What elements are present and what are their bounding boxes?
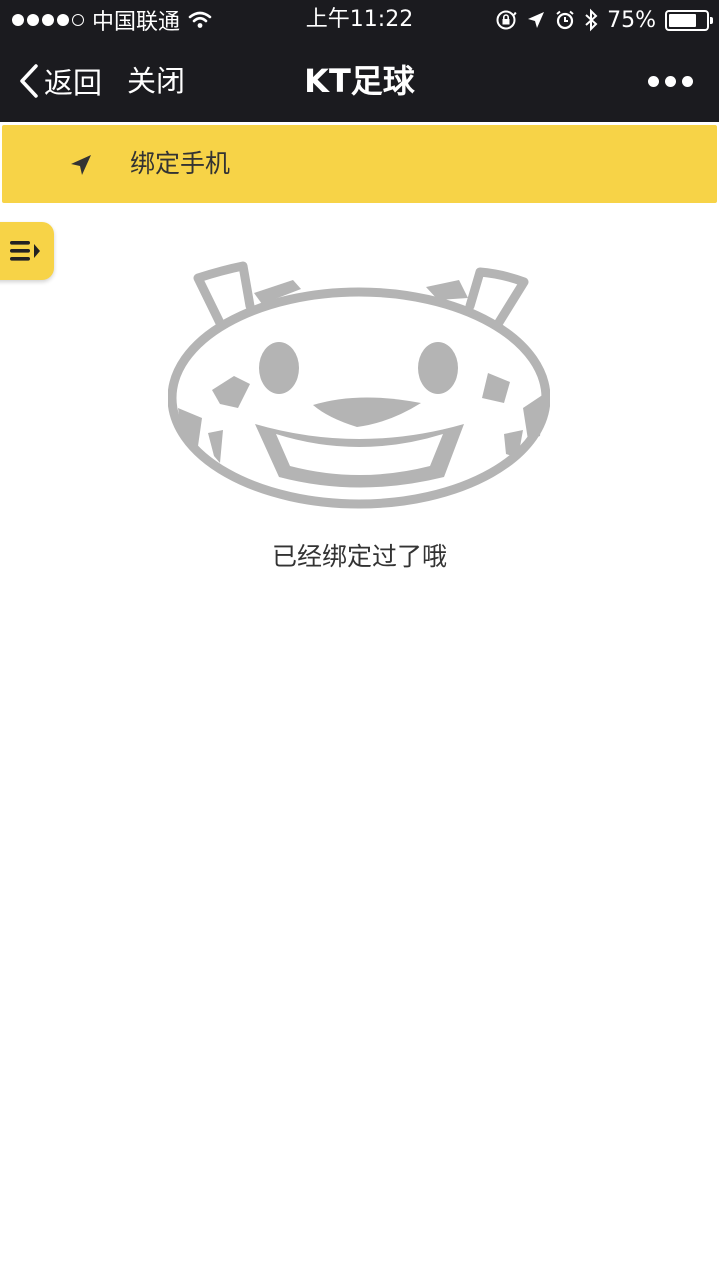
already-bound-message: 已经绑定过了哦 — [271, 542, 447, 571]
battery-percent: 75% — [607, 7, 656, 33]
location-arrow-icon — [528, 12, 545, 28]
bluetooth-icon — [585, 8, 598, 32]
status-right: 75% — [495, 0, 713, 40]
bind-phone-label: 绑定手机 — [130, 149, 231, 178]
tiger-mascot-illustration — [168, 261, 550, 509]
page-title: KT足球 — [304, 62, 415, 100]
orientation-lock-icon — [496, 10, 517, 30]
bind-phone-bar[interactable]: 绑定手机 — [2, 125, 717, 203]
status-bar: 中国联通 上午11:22 75% — [0, 0, 719, 40]
side-menu-tab[interactable] — [0, 222, 54, 280]
nav-bar: 返回 关闭 KT足球 — [0, 40, 719, 122]
alarm-icon — [556, 10, 574, 30]
menu-toggle-icon — [10, 241, 40, 261]
more-dots-icon[interactable] — [648, 40, 693, 122]
location-arrow-icon — [71, 155, 91, 175]
battery-icon — [665, 9, 713, 31]
